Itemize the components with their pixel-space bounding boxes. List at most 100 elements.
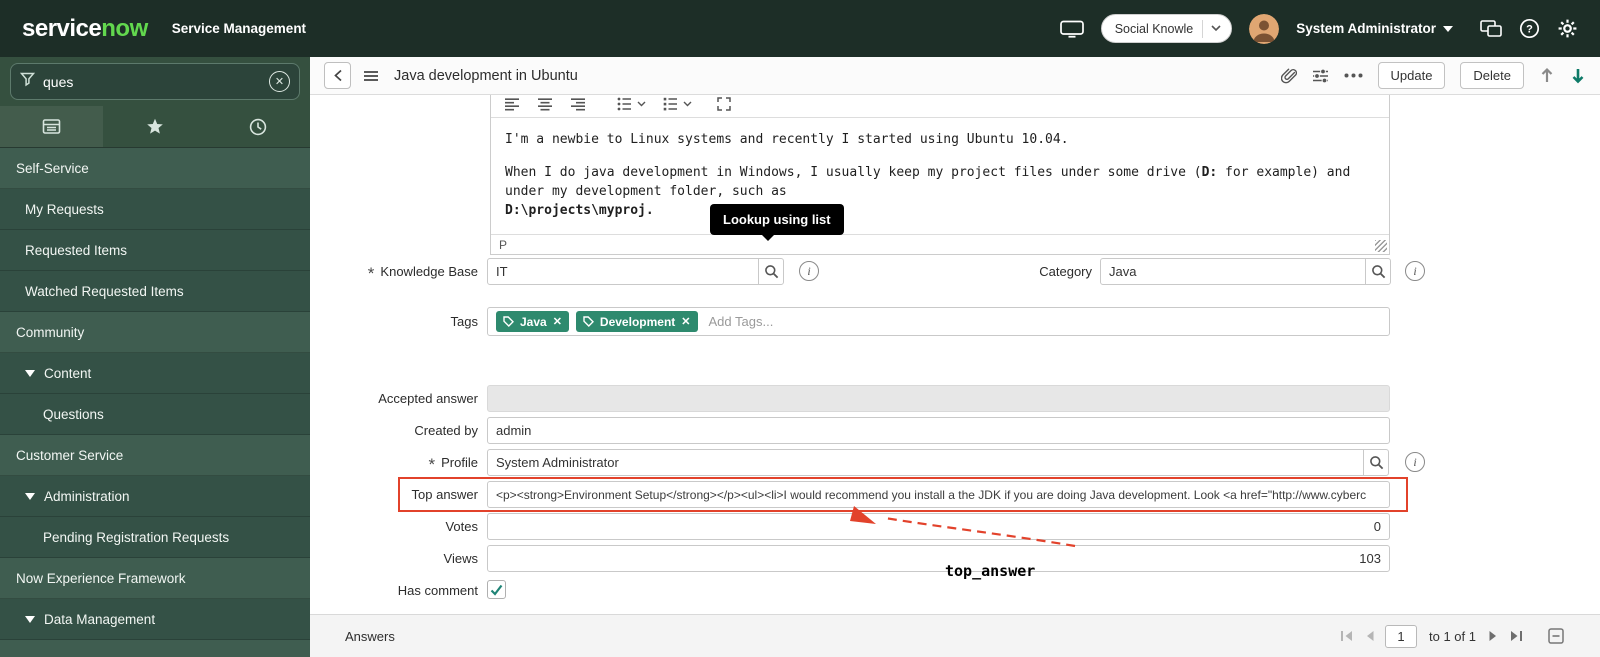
profile-info-icon[interactable]: i (1405, 452, 1425, 472)
connect-chat-icon[interactable] (1480, 20, 1502, 37)
tag-pill: Development ✕ (576, 311, 698, 332)
sidebar-item-pending-registration-requests[interactable]: Pending Registration Requests (0, 517, 310, 558)
views-label: Views (310, 545, 478, 572)
favorites-tab[interactable] (103, 106, 206, 147)
sidebar-item-content[interactable]: Content (0, 353, 310, 394)
history-tab[interactable] (207, 106, 310, 147)
votes-field[interactable]: 0 (487, 513, 1390, 540)
has-comment-checkbox[interactable] (487, 580, 506, 599)
profile-field[interactable]: System Administrator (487, 449, 1364, 476)
has-comment-label: Has comment (310, 577, 478, 604)
editor-status-bar: P (491, 234, 1389, 254)
sidebar-item-data-management[interactable]: Data Management (0, 599, 310, 640)
context-menu-icon[interactable] (363, 70, 379, 82)
filter-box[interactable]: ✕ (10, 63, 300, 100)
svg-text:?: ? (1526, 24, 1533, 36)
sidebar-item-community[interactable]: Community (0, 312, 310, 353)
sidebar-item-requested-items[interactable]: Requested Items (0, 230, 310, 271)
sidebar-item-watched-requested-items[interactable]: Watched Requested Items (0, 271, 310, 312)
tablet-icon[interactable] (1060, 20, 1084, 38)
numbered-list-button[interactable] (663, 96, 692, 112)
knowledge-base-info-icon[interactable]: i (799, 261, 819, 281)
category-info-icon[interactable]: i (1405, 261, 1425, 281)
user-name: System Administrator (1296, 21, 1436, 36)
attachment-icon[interactable] (1281, 67, 1297, 84)
category-lookup-button[interactable] (1365, 258, 1391, 285)
chevron-down-icon (683, 101, 692, 107)
page-number-input[interactable] (1385, 625, 1417, 648)
profile-lookup-button[interactable] (1363, 449, 1389, 476)
editor-element-path: P (499, 238, 507, 252)
tags-field[interactable]: Java ✕ Development ✕ Add Tags... (487, 307, 1390, 336)
update-button[interactable]: Update (1378, 62, 1446, 89)
user-menu[interactable]: System Administrator (1296, 21, 1453, 36)
first-page-icon[interactable] (1339, 629, 1354, 643)
top-header: servicenow Service Management Social Kno… (0, 0, 1600, 57)
expand-editor-button[interactable] (717, 97, 731, 111)
top-answer-field[interactable]: <p><strong>Environment Setup</strong></p… (487, 481, 1390, 508)
top-answer-label: Top answer (310, 481, 478, 508)
field-row-knowledge-base: * Knowledge Base IT i Category Java i (310, 258, 1600, 285)
sidebar-item-self-service[interactable]: Self-Service (0, 148, 310, 189)
gear-icon[interactable] (1557, 18, 1578, 39)
clear-filter-icon[interactable]: ✕ (269, 71, 290, 92)
application-navigator: Self-Service My Requests Requested Items… (0, 148, 310, 640)
more-options-icon[interactable] (1344, 73, 1363, 78)
check-icon (490, 584, 503, 596)
editor-resize-handle[interactable] (1375, 240, 1387, 252)
tags-label: Tags (310, 307, 478, 336)
remove-tag-icon[interactable]: ✕ (681, 315, 690, 328)
required-icon: * (429, 460, 436, 470)
previous-record-icon[interactable] (1539, 67, 1555, 84)
remove-tag-icon[interactable]: ✕ (553, 315, 562, 328)
collapse-card-icon[interactable] (1548, 628, 1564, 644)
sidebar: ✕ Self-Service My Requests Requested Ite… (0, 57, 310, 657)
sidebar-item-now-experience-framework[interactable]: Now Experience Framework (0, 558, 310, 599)
field-row-accepted-answer: Accepted answer (310, 385, 1600, 412)
navigator-tabs (0, 106, 310, 148)
knowledge-base-lookup-button[interactable] (758, 258, 784, 285)
field-row-top-answer: Top answer <p><strong>Environment Setup<… (310, 481, 1600, 508)
bullet-list-button[interactable] (617, 96, 646, 112)
sidebar-item-my-requests[interactable]: My Requests (0, 189, 310, 230)
created-by-label: Created by (310, 417, 478, 444)
profile-label: * Profile (310, 449, 478, 476)
tag-pill: Java ✕ (496, 311, 569, 332)
page-info: to 1 of 1 (1429, 629, 1476, 644)
answers-pagination: to 1 of 1 (1339, 625, 1564, 648)
scope-select-value: Social Knowle (1115, 22, 1194, 36)
servicenow-logo[interactable]: servicenow (22, 15, 148, 43)
app-root: servicenow Service Management Social Kno… (0, 0, 1600, 657)
logo-service-text: service (22, 15, 101, 42)
triangle-down-icon (25, 616, 35, 623)
application-scope-select[interactable]: Social Knowle (1101, 14, 1233, 43)
sidebar-item-administration[interactable]: Administration (0, 476, 310, 517)
accepted-answer-label: Accepted answer (310, 385, 478, 412)
align-left-button[interactable] (504, 97, 520, 111)
created-by-field[interactable]: admin (487, 417, 1390, 444)
avatar[interactable] (1249, 14, 1279, 44)
knowledge-base-field[interactable]: IT (487, 258, 759, 285)
add-tags-placeholder[interactable]: Add Tags... (709, 314, 774, 329)
filter-input[interactable] (43, 74, 261, 90)
help-icon[interactable]: ? (1519, 18, 1540, 39)
sidebar-item-customer-service[interactable]: Customer Service (0, 435, 310, 476)
next-page-icon[interactable] (1488, 629, 1499, 643)
all-applications-tab[interactable] (0, 106, 103, 147)
next-record-icon[interactable] (1570, 67, 1586, 84)
question-editor: I'm a newbie to Linux systems and recent… (490, 90, 1390, 255)
last-page-icon[interactable] (1509, 629, 1524, 643)
question-body[interactable]: I'm a newbie to Linux systems and recent… (491, 118, 1389, 234)
delete-button[interactable]: Delete (1460, 62, 1524, 89)
views-field[interactable]: 103 (487, 545, 1390, 572)
triangle-down-icon (25, 370, 35, 377)
category-field[interactable]: Java (1100, 258, 1366, 285)
back-button[interactable] (324, 62, 351, 89)
tag-icon (503, 316, 514, 327)
align-center-button[interactable] (537, 97, 553, 111)
knowledge-base-label: * Knowledge Base (310, 258, 478, 285)
personalize-form-icon[interactable] (1312, 68, 1329, 84)
sidebar-item-questions[interactable]: Questions (0, 394, 310, 435)
previous-page-icon[interactable] (1364, 629, 1375, 643)
align-right-button[interactable] (570, 97, 586, 111)
